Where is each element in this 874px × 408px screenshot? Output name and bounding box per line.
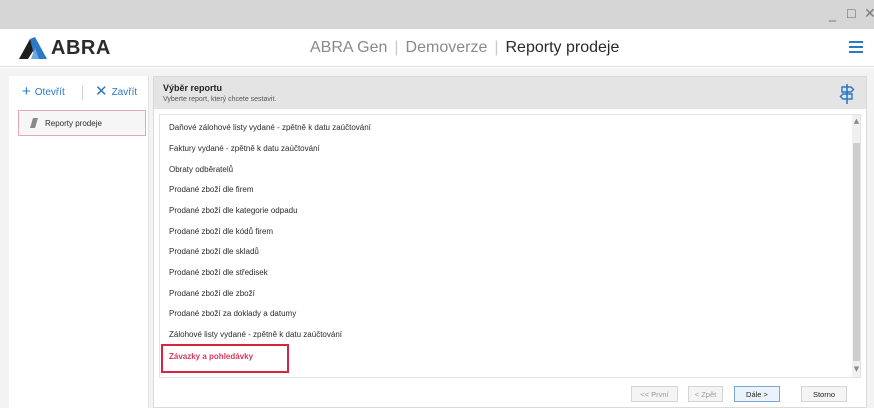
vertical-scrollbar[interactable]: ▲ ▼ (852, 115, 860, 377)
list-item[interactable]: Prodané zboží dle skladů (169, 247, 259, 256)
list-item[interactable]: Prodané zboží dle zboží (169, 289, 255, 298)
minimize-button[interactable]: _ (829, 6, 836, 22)
sidebar-item-label: Reporty prodeje (45, 118, 102, 128)
plus-icon: + (22, 83, 31, 100)
logo-text: ABRA (51, 36, 111, 59)
app-header: ABRA ABRA Gen | Demoverze | Reporty prodeje (0, 29, 874, 67)
back-button[interactable]: < Zpět (688, 386, 723, 402)
open-button-label: Otevřít (34, 86, 65, 98)
sidebar: + Otevřít ✕ Zavřít Reporty prodeje (9, 76, 149, 408)
open-button[interactable]: + Otevřít (22, 83, 65, 100)
maximize-button[interactable]: ☐ (846, 6, 857, 22)
cancel-button[interactable]: Storno (801, 386, 847, 402)
breadcrumb-current: Reporty prodeje (505, 39, 620, 56)
hamburger-icon[interactable] (849, 41, 863, 53)
list-item-selected[interactable]: Závazky a pohledávky (169, 352, 253, 361)
abra-logo-icon (19, 37, 47, 59)
report-selection-panel: Výběr reportu Vyberte report, který chce… (153, 76, 867, 408)
list-item[interactable]: Obraty odběratelů (169, 165, 233, 174)
breadcrumb-separator: | (494, 39, 499, 56)
sidebar-item-reporty-prodeje[interactable]: Reporty prodeje (18, 110, 146, 136)
window-titlebar: _ ☐ ✕ (0, 0, 874, 29)
breadcrumb: ABRA Gen | Demoverze | Reporty prodeje (310, 39, 619, 57)
next-button[interactable]: Dále > (734, 386, 780, 402)
breadcrumb-separator: | (394, 39, 399, 56)
close-window-button[interactable]: ✕ (864, 6, 874, 22)
report-list[interactable]: Daňové zálohové listy vydané - zpětně k … (159, 114, 861, 378)
breadcrumb-company: Demoverze (405, 39, 488, 56)
report-icon (30, 118, 38, 128)
panel-header: Výběr reportu Vyberte report, který chce… (154, 77, 866, 109)
panel-title: Výběr reportu (163, 83, 223, 93)
toolbar-divider (82, 86, 83, 100)
scroll-up-arrow-icon[interactable]: ▲ (852, 117, 860, 125)
list-item[interactable]: Prodané zboží dle firem (169, 185, 254, 194)
list-item[interactable]: Daňové zálohové listy vydané - zpětně k … (169, 123, 371, 132)
breadcrumb-app: ABRA Gen (310, 39, 388, 56)
first-button[interactable]: << První (631, 386, 678, 402)
list-item[interactable]: Prodané zboží za doklady a datumy (169, 309, 296, 318)
scroll-down-arrow-icon[interactable]: ▼ (852, 365, 860, 373)
close-button[interactable]: ✕ Zavřít (95, 83, 138, 100)
close-icon: ✕ (95, 83, 108, 100)
abra-logo: ABRA (19, 35, 111, 61)
route-icon[interactable] (839, 83, 855, 105)
list-item[interactable]: Faktury vydané - zpětně k datu zaúčtován… (169, 144, 320, 153)
panel-subtitle: Vyberte report, který chcete sestavit. (163, 96, 277, 103)
close-button-label: Zavřít (111, 86, 138, 98)
scroll-thumb[interactable] (853, 143, 860, 361)
list-item[interactable]: Zálohové listy vydané - zpětně k datu za… (169, 330, 342, 339)
list-item[interactable]: Prodané zboží dle kódů firem (169, 227, 273, 236)
list-item[interactable]: Prodané zboží dle středisek (169, 268, 268, 277)
list-item[interactable]: Prodané zboží dle kategorie odpadu (169, 206, 298, 215)
